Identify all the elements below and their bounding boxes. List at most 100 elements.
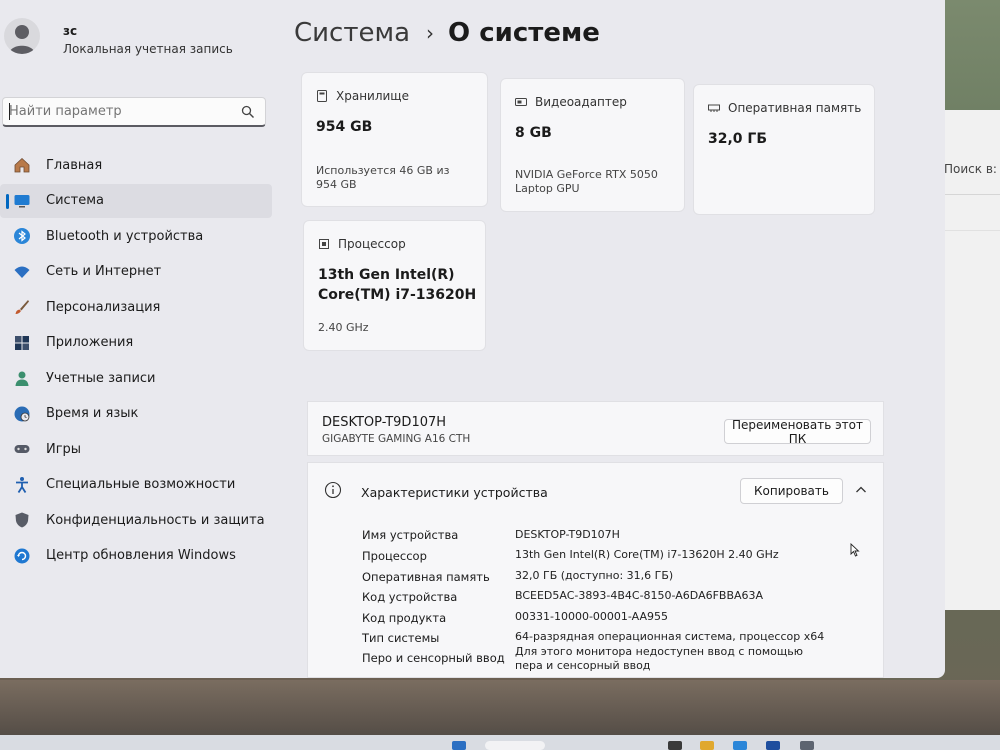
storage-card[interactable]: Хранилище 954 GB Используется 46 GB из 9…	[301, 72, 488, 207]
storage-icon	[317, 90, 327, 102]
store-icon[interactable]	[766, 741, 780, 750]
sidebar-item-network[interactable]: Сеть и Интернет	[0, 255, 272, 289]
globe-clock-icon	[12, 404, 32, 424]
device-specs-header[interactable]: Характеристики устройства Копировать	[307, 462, 884, 520]
spec-value[interactable]: DESKTOP-T9D107H	[515, 528, 620, 542]
sidebar-item-label: Приложения	[46, 335, 134, 350]
gamepad-icon	[12, 439, 32, 459]
spec-label: Тип системы	[362, 631, 440, 645]
sidebar-item-label: Учетные записи	[46, 370, 156, 386]
memory-icon	[708, 104, 720, 112]
folder-icon[interactable]	[700, 741, 714, 750]
sidebar-item-label: Специальные возможности	[46, 477, 236, 492]
ram-card[interactable]: Оперативная память 32,0 ГБ	[693, 84, 875, 215]
card-header: Видеоадаптер	[515, 95, 627, 109]
card-header: Оперативная память	[708, 101, 861, 115]
sidebar-item-label: Центр обновления Windows	[46, 548, 236, 563]
device-model: GIGABYTE GAMING A16 CTH	[322, 433, 471, 445]
spec-label: Перо и сенсорный ввод	[362, 651, 505, 665]
search-box[interactable]	[2, 97, 266, 127]
sidebar-item-time-language[interactable]: Время и язык	[0, 397, 272, 431]
info-icon	[324, 481, 342, 499]
background-window-search[interactable]: Поиск в: Э	[944, 162, 1000, 176]
spec-label: Оперативная память	[362, 570, 490, 584]
chevron-up-icon[interactable]	[855, 485, 867, 495]
sidebar-item-personalization[interactable]: Персонализация	[0, 290, 272, 324]
cpu-value: 13th Gen Intel(R) Core(TM) i7-13620H	[318, 267, 477, 303]
sidebar-item-label: Время и язык	[46, 406, 139, 421]
device-specs-title: Характеристики устройства	[361, 485, 548, 500]
spec-value[interactable]: 00331-10000-00001-AA955	[515, 610, 668, 624]
shield-icon	[12, 510, 32, 530]
device-name-section: DESKTOP-T9D107H GIGABYTE GAMING A16 CTH …	[307, 401, 884, 456]
ram-value: 32,0 ГБ	[708, 131, 768, 147]
sidebar-item-accounts[interactable]: Учетные записи	[0, 361, 272, 395]
storage-title: Хранилище	[336, 89, 409, 103]
spec-label: Имя устройства	[362, 528, 459, 542]
spec-value[interactable]: 64-разрядная операционная система, проце…	[515, 630, 824, 644]
sidebar-item-home[interactable]: Главная	[0, 148, 272, 182]
sidebar-item-gaming[interactable]: Игры	[0, 432, 272, 466]
user-name: зс	[63, 24, 78, 38]
settings-window: зс Локальная учетная запись Главная Сист…	[0, 0, 945, 678]
sidebar-item-label: Система	[46, 193, 105, 208]
update-icon	[12, 546, 32, 566]
sidebar-item-system[interactable]: Система	[0, 183, 272, 218]
card-header: Хранилище	[316, 89, 409, 103]
spec-label: Код продукта	[362, 611, 447, 625]
storage-detail: Используется 46 GB из 954 GB	[316, 164, 450, 191]
spec-label: Код устройства	[362, 590, 458, 604]
home-icon	[12, 155, 32, 175]
cpu-detail: 2.40 GHz	[318, 321, 369, 334]
sidebar-item-windows-update[interactable]: Центр обновления Windows	[0, 539, 272, 573]
processor-icon	[319, 239, 329, 249]
account-type: Локальная учетная запись	[63, 42, 233, 56]
cpu-title: Процессор	[338, 237, 406, 251]
sidebar-item-label: Bluetooth и устройства	[46, 228, 204, 244]
system-icon	[12, 191, 32, 211]
search-icon[interactable]	[241, 105, 255, 119]
sidebar-item-label: Главная	[46, 157, 103, 173]
copy-button[interactable]: Копировать	[740, 478, 843, 504]
mouse-cursor-icon	[850, 543, 860, 557]
gpu-value: 8 GB	[515, 125, 552, 141]
settings-gear-icon[interactable]	[800, 741, 814, 750]
sidebar-item-apps[interactable]: Приложения	[0, 326, 272, 360]
sidebar-item-label: Персонализация	[46, 299, 161, 315]
avatar[interactable]	[4, 18, 40, 54]
gpu-detail: NVIDIA GeForce RTX 5050 Laptop GPU	[515, 168, 658, 195]
sidebar-item-label: Игры	[46, 441, 82, 457]
sidebar-nav: Главная Система Bluetooth и устройства С…	[0, 148, 272, 574]
sidebar-item-label: Конфиденциальность и защита	[46, 512, 265, 528]
terminal-icon[interactable]	[668, 741, 682, 750]
sidebar-item-privacy[interactable]: Конфиденциальность и защита	[0, 503, 272, 537]
gpu-card[interactable]: Видеоадаптер 8 GB NVIDIA GeForce RTX 505…	[500, 78, 685, 212]
user-avatar-icon	[9, 25, 35, 54]
gpu-icon	[515, 98, 527, 106]
spec-label: Процессор	[362, 549, 427, 563]
spec-value[interactable]: Для этого монитора недоступен ввод с пом…	[515, 645, 815, 673]
spec-value[interactable]: 32,0 ГБ (доступно: 31,6 ГБ)	[515, 569, 673, 583]
ram-title: Оперативная память	[728, 101, 862, 115]
sidebar-item-accessibility[interactable]: Специальные возможности	[0, 468, 272, 502]
breadcrumb-parent[interactable]: Система	[294, 18, 410, 48]
gpu-title: Видеоадаптер	[535, 95, 627, 109]
device-name: DESKTOP-T9D107H	[322, 415, 447, 430]
search-input[interactable]	[3, 98, 235, 124]
bluetooth-icon	[12, 226, 32, 246]
taskbar-search-icon[interactable]	[485, 741, 545, 750]
card-header: Процессор	[318, 237, 406, 251]
start-icon[interactable]	[452, 741, 466, 750]
storage-value: 954 GB	[316, 119, 373, 135]
apps-icon	[12, 333, 32, 353]
cpu-card[interactable]: Процессор 13th Gen Intel(R) Core(TM) i7-…	[303, 220, 486, 351]
accessibility-icon	[12, 475, 32, 495]
brush-icon	[12, 297, 32, 317]
sidebar-item-label: Сеть и Интернет	[46, 264, 162, 279]
sidebar-item-bluetooth[interactable]: Bluetooth и устройства	[0, 219, 272, 253]
edge-icon[interactable]	[733, 741, 747, 750]
spec-value[interactable]: BCEED5AC-3893-4B4C-8150-A6DA6FBBA63A	[515, 589, 763, 603]
spec-value[interactable]: 13th Gen Intel(R) Core(TM) i7-13620H 2.4…	[515, 548, 779, 562]
rename-pc-button[interactable]: Переименовать этот ПК	[724, 418, 871, 446]
wifi-icon	[12, 262, 32, 282]
